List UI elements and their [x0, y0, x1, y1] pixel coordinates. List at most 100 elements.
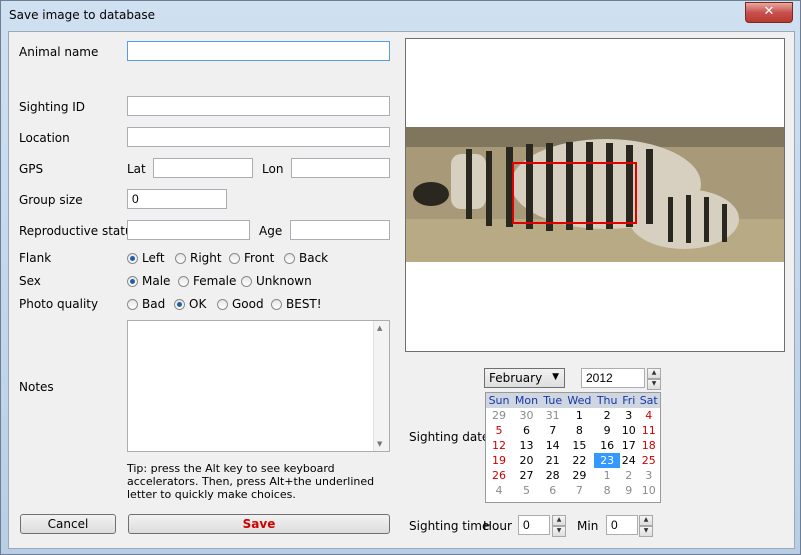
- calendar-day[interactable]: 18: [637, 438, 660, 453]
- flank-right-radio[interactable]: Right: [175, 251, 222, 265]
- animal-name-label: Animal name: [19, 45, 99, 59]
- close-icon: ✕: [763, 4, 775, 19]
- group-size-input[interactable]: [127, 189, 227, 209]
- calendar-day[interactable]: 22: [564, 453, 594, 468]
- calendar-day[interactable]: 6: [541, 483, 564, 498]
- scroll-up-icon[interactable]: ▲: [377, 324, 382, 332]
- flank-label: Flank: [19, 251, 52, 265]
- notes-scrollbar[interactable]: ▲ ▼: [373, 321, 389, 451]
- calendar-day[interactable]: 20: [512, 453, 541, 468]
- notes-textarea[interactable]: ▲ ▼: [127, 320, 390, 452]
- calendar-day[interactable]: 8: [594, 483, 620, 498]
- dialog-window: Save image to database ✕ Animal name Sig…: [0, 0, 801, 555]
- calendar[interactable]: Sun Mon Tue Wed Thu Fri Sat 29 30 31 1 2 3 4 5 6 7 8 9 10 1…: [485, 392, 661, 503]
- calendar-day[interactable]: 5: [512, 483, 541, 498]
- sighting-id-input[interactable]: [127, 96, 390, 116]
- radio-selected-icon: [127, 276, 138, 287]
- cancel-button[interactable]: Cancel: [20, 514, 116, 534]
- calendar-day-selected[interactable]: 23: [594, 453, 621, 468]
- calendar-day[interactable]: 1: [594, 468, 620, 483]
- calendar-day[interactable]: 4: [637, 408, 660, 423]
- calendar-day[interactable]: 10: [620, 423, 637, 438]
- calendar-day[interactable]: 9: [620, 483, 637, 498]
- calendar-day[interactable]: 17: [620, 438, 637, 453]
- calendar-day[interactable]: 4: [486, 483, 512, 498]
- radio-icon: [217, 299, 228, 310]
- calendar-day[interactable]: 12: [486, 438, 512, 453]
- calendar-day[interactable]: 28: [541, 468, 564, 483]
- weekday-header: Thu: [594, 393, 621, 408]
- sighting-time-label: Sighting time: [409, 519, 490, 533]
- calendar-day[interactable]: 29: [564, 468, 594, 483]
- calendar-day[interactable]: 19: [486, 453, 512, 468]
- flank-front-radio[interactable]: Front: [229, 251, 274, 265]
- calendar-day[interactable]: 13: [512, 438, 541, 453]
- radio-icon: [229, 253, 240, 264]
- quality-best-radio[interactable]: BEST!: [271, 297, 322, 311]
- calendar-day[interactable]: 24: [620, 453, 637, 468]
- min-input[interactable]: [606, 515, 638, 535]
- chevron-down-icon: ▼: [552, 372, 559, 382]
- sex-male-radio[interactable]: Male: [127, 274, 170, 288]
- calendar-day[interactable]: 10: [637, 483, 660, 498]
- close-button[interactable]: ✕: [745, 2, 793, 23]
- quality-good-radio[interactable]: Good: [217, 297, 264, 311]
- calendar-day[interactable]: 30: [512, 408, 541, 423]
- calendar-day[interactable]: 1: [564, 408, 594, 423]
- calendar-day[interactable]: 7: [541, 423, 564, 438]
- calendar-day[interactable]: 16: [594, 438, 620, 453]
- spin-down-icon[interactable]: ▼: [552, 526, 566, 537]
- calendar-day[interactable]: 3: [637, 468, 660, 483]
- month-dropdown[interactable]: February ▼: [484, 368, 565, 388]
- age-input[interactable]: [290, 220, 390, 240]
- scroll-down-icon[interactable]: ▼: [377, 440, 382, 448]
- spin-up-icon[interactable]: ▲: [639, 515, 653, 526]
- calendar-day[interactable]: 9: [594, 423, 620, 438]
- calendar-day[interactable]: 6: [512, 423, 541, 438]
- radio-icon: [175, 253, 186, 264]
- reproductive-status-label: Reproductive status: [19, 224, 139, 238]
- calendar-day[interactable]: 21: [541, 453, 564, 468]
- spin-up-icon[interactable]: ▲: [552, 515, 566, 526]
- gps-label: GPS: [19, 162, 44, 176]
- year-input[interactable]: [581, 368, 645, 388]
- hour-spinner[interactable]: ▲ ▼: [552, 515, 566, 537]
- spin-up-icon[interactable]: ▲: [647, 368, 661, 379]
- location-input[interactable]: [127, 127, 390, 147]
- lat-input[interactable]: [153, 158, 253, 178]
- calendar-day[interactable]: 26: [486, 468, 512, 483]
- sex-female-radio[interactable]: Female: [178, 274, 236, 288]
- quality-bad-radio[interactable]: Bad: [127, 297, 165, 311]
- calendar-day[interactable]: 5: [486, 423, 512, 438]
- calendar-day[interactable]: 2: [620, 468, 637, 483]
- calendar-day[interactable]: 3: [620, 408, 637, 423]
- calendar-day[interactable]: 11: [637, 423, 660, 438]
- calendar-day[interactable]: 29: [486, 408, 512, 423]
- weekday-header: Tue: [540, 393, 565, 408]
- reproductive-status-input[interactable]: [127, 220, 250, 240]
- save-button[interactable]: Save: [128, 514, 390, 534]
- radio-selected-icon: [127, 253, 138, 264]
- calendar-day[interactable]: 25: [637, 453, 660, 468]
- hour-input[interactable]: [518, 515, 550, 535]
- sighting-date-label: Sighting date: [409, 430, 490, 444]
- sex-unknown-radio[interactable]: Unknown: [241, 274, 312, 288]
- spin-down-icon[interactable]: ▼: [639, 526, 653, 537]
- calendar-day[interactable]: 14: [541, 438, 564, 453]
- flank-left-radio[interactable]: Left: [127, 251, 165, 265]
- calendar-day[interactable]: 8: [564, 423, 594, 438]
- calendar-day[interactable]: 7: [564, 483, 594, 498]
- calendar-day[interactable]: 15: [564, 438, 594, 453]
- calendar-day[interactable]: 2: [594, 408, 620, 423]
- lon-input[interactable]: [291, 158, 390, 178]
- year-spinner[interactable]: ▲ ▼: [647, 368, 661, 390]
- animal-name-input[interactable]: [127, 41, 390, 61]
- spin-down-icon[interactable]: ▼: [647, 379, 661, 390]
- calendar-day[interactable]: 31: [541, 408, 564, 423]
- keyboard-tip: Tip: press the Alt key to see keyboard a…: [127, 462, 375, 501]
- flank-back-radio[interactable]: Back: [284, 251, 328, 265]
- min-spinner[interactable]: ▲ ▼: [639, 515, 653, 537]
- calendar-day[interactable]: 27: [512, 468, 541, 483]
- quality-ok-radio[interactable]: OK: [174, 297, 206, 311]
- weekday-header: Wed: [564, 393, 595, 408]
